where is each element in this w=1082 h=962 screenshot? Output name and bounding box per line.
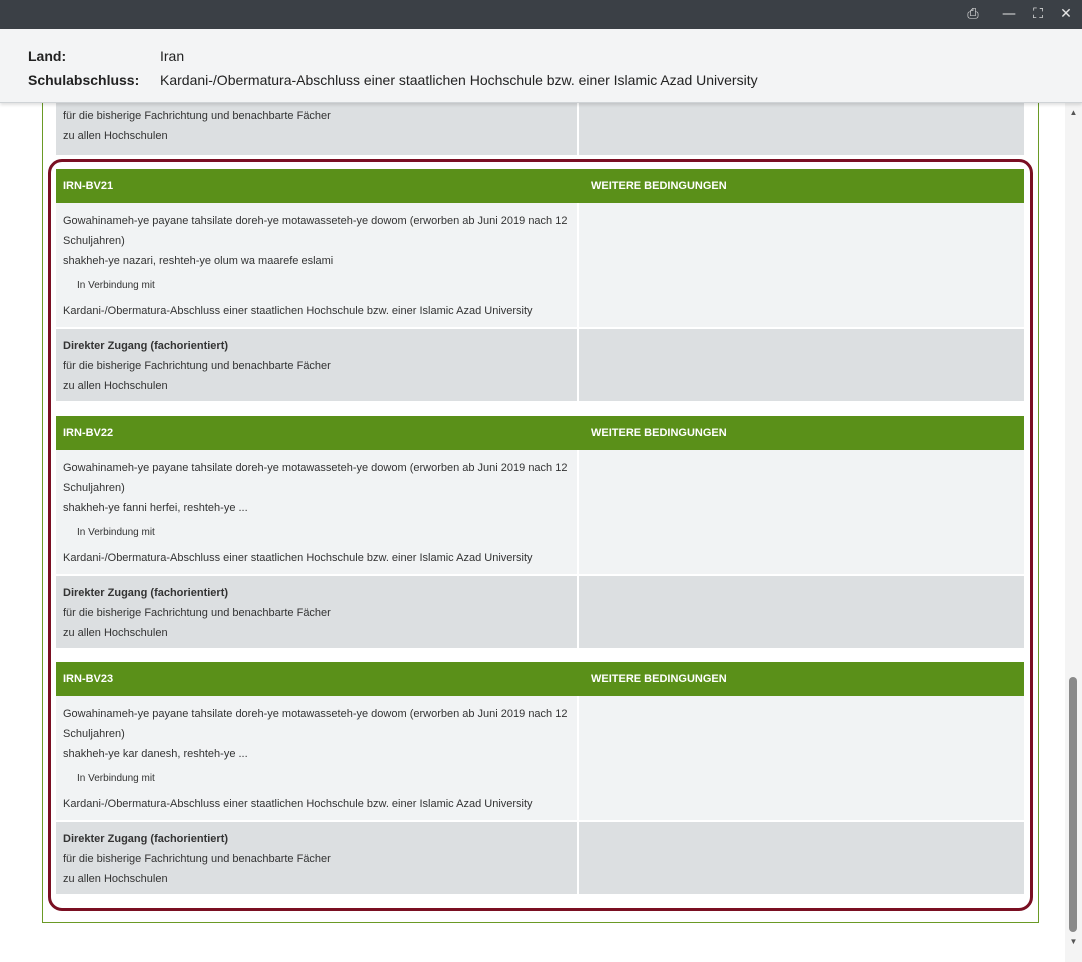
access-conditions-cell: [577, 822, 1024, 894]
qualification-section: Gowahinameh-ye payane tahsilate doreh-ye…: [56, 203, 1024, 327]
combined-text: Kardani-/Obermatura-Abschluss einer staa…: [63, 798, 533, 810]
access-line-1: für die bisherige Fachrichtung und benac…: [63, 853, 331, 865]
block-header: IRN-BV22 WEITERE BEDINGUNGEN: [56, 416, 1024, 450]
conditions-cell: [577, 696, 1024, 820]
partial-line-1: für die bisherige Fachrichtung und benac…: [63, 110, 331, 122]
schulabschluss-row: Schulabschluss: Kardani-/Obermatura-Absch…: [28, 72, 758, 88]
block-header: IRN-BV21 WEITERE BEDINGUNGEN: [56, 169, 1024, 203]
vertical-scrollbar[interactable]: ▲ ▼: [1065, 103, 1082, 962]
close-icon[interactable]: ✕: [1055, 4, 1077, 24]
access-title: Direkter Zugang (fachorientiert): [63, 340, 229, 352]
combined-text: Kardani-/Obermatura-Abschluss einer staa…: [63, 305, 533, 317]
print-icon[interactable]: ⎙: [962, 4, 984, 24]
access-section: Direkter Zugang (fachorientiert) für die…: [56, 820, 1024, 894]
schulabschluss-label: Schulabschluss:: [28, 72, 140, 88]
conditions-cell: [577, 203, 1024, 327]
regulation-code: IRN-BV21: [63, 180, 114, 192]
access-section: Direkter Zugang (fachorientiert) für die…: [56, 327, 1024, 401]
conditions-header: WEITERE BEDINGUNGEN: [591, 673, 727, 685]
land-row: Land: Iran: [28, 48, 184, 64]
track-text: shakheh-ye fanni herfei, reshteh-ye ...: [63, 502, 248, 514]
scroll-content: für die bisherige Fachrichtung und benac…: [0, 103, 1065, 962]
partial-line-2: zu allen Hochschulen: [63, 130, 168, 142]
access-conditions-cell: [577, 329, 1024, 401]
qualification-section: Gowahinameh-ye payane tahsilate doreh-ye…: [56, 450, 1024, 574]
access-line-1: für die bisherige Fachrichtung und benac…: [63, 607, 331, 619]
schulabschluss-value: Kardani-/Obermatura-Abschluss einer staa…: [160, 72, 758, 88]
block-header: IRN-BV23 WEITERE BEDINGUNGEN: [56, 662, 1024, 696]
access-line-1: für die bisherige Fachrichtung und benac…: [63, 360, 331, 372]
access-line-2: zu allen Hochschulen: [63, 627, 168, 639]
scroll-thumb[interactable]: [1069, 677, 1077, 932]
minimize-icon[interactable]: —: [998, 4, 1020, 24]
access-title: Direkter Zugang (fachorientiert): [63, 833, 229, 845]
qualification-text: Gowahinameh-ye payane tahsilate doreh-ye…: [63, 462, 568, 494]
scroll-up-icon[interactable]: ▲: [1065, 105, 1082, 121]
connector-text: In Verbindung mit: [77, 280, 155, 291]
track-text: shakheh-ye nazari, reshteh-ye olum wa ma…: [63, 255, 334, 267]
conditions-header: WEITERE BEDINGUNGEN: [591, 180, 727, 192]
info-header: Land: Iran Schulabschluss: Kardani-/Oberma…: [0, 29, 1082, 103]
access-conditions-cell: [577, 576, 1024, 648]
regulation-block-bv21: IRN-BV21 WEITERE BEDINGUNGEN Gowahinameh…: [56, 169, 1024, 401]
connector-text: In Verbindung mit: [77, 527, 155, 538]
access-title: Direkter Zugang (fachorientiert): [63, 587, 229, 599]
access-line-2: zu allen Hochschulen: [63, 873, 168, 885]
window-titlebar: ⎙ — ⛶ ✕: [0, 0, 1082, 29]
scroll-down-icon[interactable]: ▼: [1065, 934, 1082, 950]
maximize-icon[interactable]: ⛶: [1027, 4, 1049, 24]
qualification-text: Gowahinameh-ye payane tahsilate doreh-ye…: [63, 215, 568, 247]
partial-access-row: für die bisherige Fachrichtung und benac…: [56, 103, 1024, 155]
land-label: Land:: [28, 48, 67, 64]
conditions-header: WEITERE BEDINGUNGEN: [591, 427, 727, 439]
qualification-text: Gowahinameh-ye payane tahsilate doreh-ye…: [63, 708, 568, 740]
access-line-2: zu allen Hochschulen: [63, 380, 168, 392]
qualification-section: Gowahinameh-ye payane tahsilate doreh-ye…: [56, 696, 1024, 820]
conditions-cell: [577, 450, 1024, 574]
regulation-block-bv22: IRN-BV22 WEITERE BEDINGUNGEN Gowahinameh…: [56, 416, 1024, 648]
connector-text: In Verbindung mit: [77, 773, 155, 784]
access-section: Direkter Zugang (fachorientiert) für die…: [56, 574, 1024, 648]
regulation-block-bv23: IRN-BV23 WEITERE BEDINGUNGEN Gowahinameh…: [56, 662, 1024, 894]
partial-conditions-cell: [577, 103, 1024, 155]
regulation-code: IRN-BV23: [63, 673, 114, 685]
track-text: shakheh-ye kar danesh, reshteh-ye ...: [63, 748, 248, 760]
regulation-code: IRN-BV22: [63, 427, 114, 439]
land-value: Iran: [160, 48, 185, 64]
combined-text: Kardani-/Obermatura-Abschluss einer staa…: [63, 552, 533, 564]
